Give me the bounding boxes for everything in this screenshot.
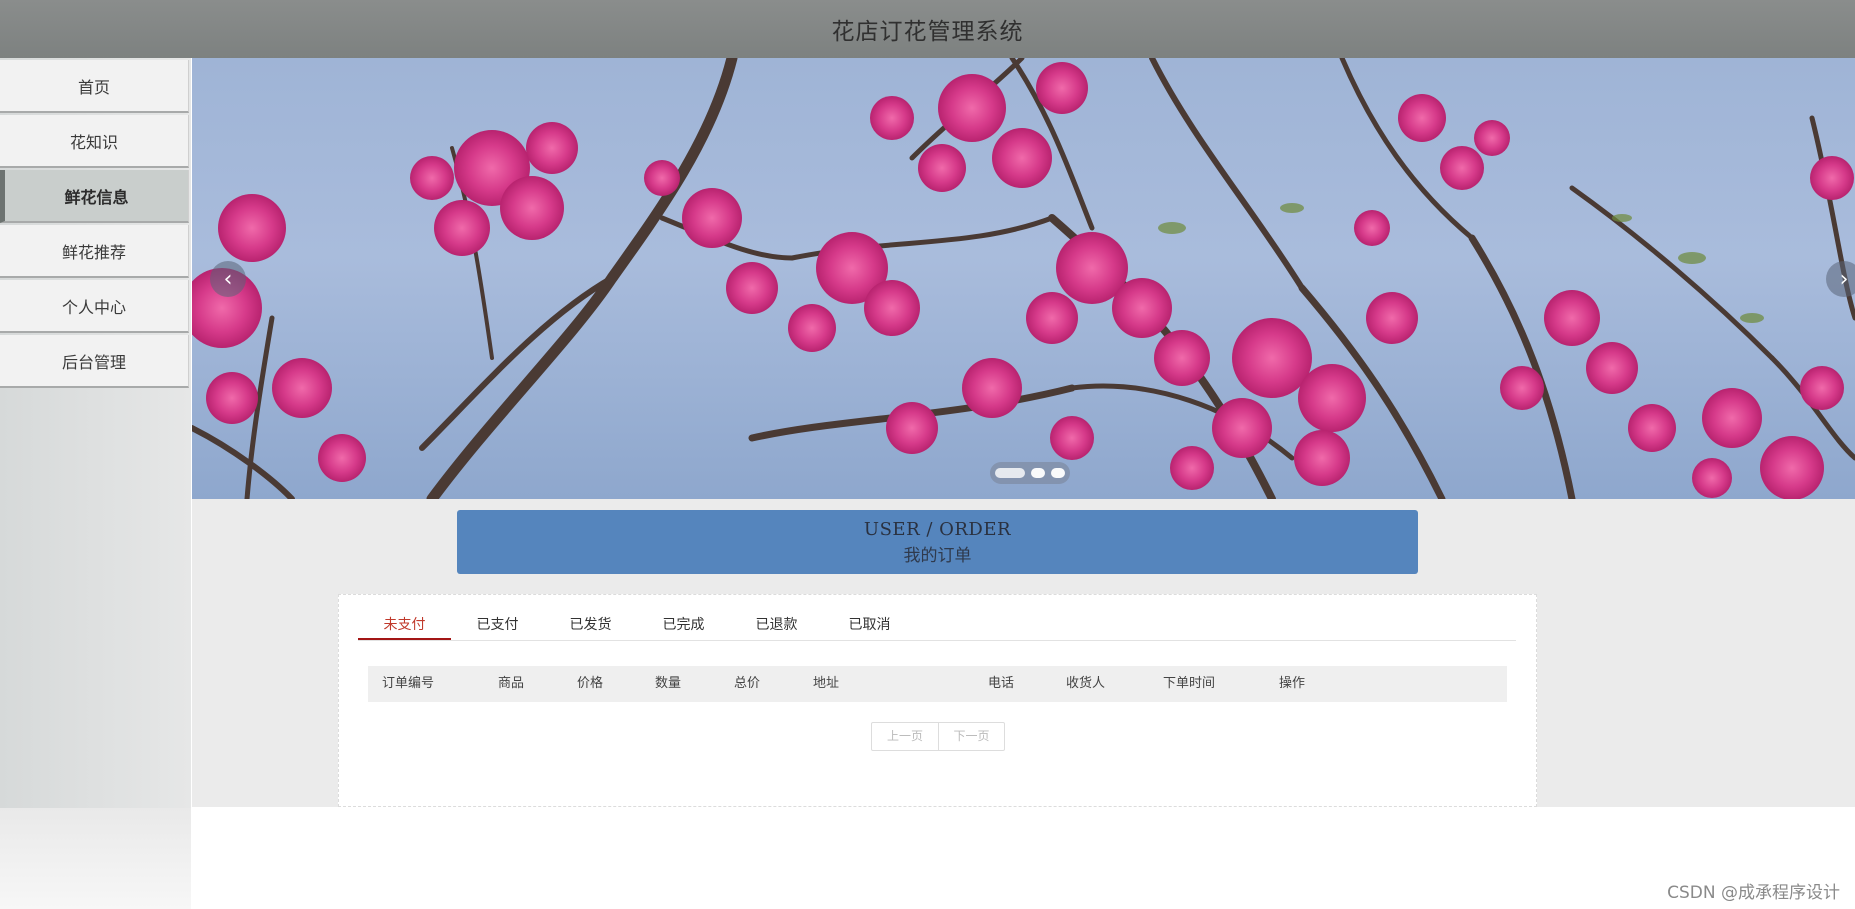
col-product: 商品 [498,676,525,691]
carousel-dot[interactable] [995,468,1025,478]
top-header: 花店订花管理系统 [0,0,1855,58]
sidebar: 首页 花知识 鲜花信息 鲜花推荐 个人中心 后台管理 [0,58,191,909]
cherry-blossom-image [192,58,1855,499]
sidebar-item-home[interactable]: 首页 [0,60,189,113]
sidebar-item-flower-info[interactable]: 鲜花信息 [0,170,189,223]
chevron-left-icon: ‹ [223,266,233,292]
order-title-en: USER / ORDER [863,518,1012,540]
order-title-cn: 我的订单 [903,545,972,566]
sidebar-item-personal-center[interactable]: 个人中心 [0,280,189,333]
next-page-button[interactable]: 下一页 [938,723,1004,750]
carousel-prev-button[interactable]: ‹ [210,261,246,297]
col-actions: 操作 [1279,676,1306,691]
tab-cancelled[interactable]: 已取消 [823,611,916,640]
orders-panel: 未支付 已支付 已发货 已完成 已退款 已取消 订单编号 商品 价格 数量 总价… [338,594,1537,807]
col-address: 地址 [813,676,840,691]
sidebar-fade [0,808,191,909]
tab-paid[interactable]: 已支付 [451,611,544,640]
carousel-indicators [990,462,1070,484]
sidebar-item-flower-knowledge[interactable]: 花知识 [0,115,189,168]
watermark: CSDN @成承程序设计 [1667,883,1840,903]
prev-page-button[interactable]: 上一页 [872,723,938,750]
orders-table-header: 订单编号 商品 价格 数量 总价 地址 电话 收货人 下单时间 操作 [368,666,1507,702]
col-total: 总价 [734,676,761,691]
carousel-dot[interactable] [1051,468,1065,478]
col-order-time: 下单时间 [1163,676,1216,691]
sidebar-item-flower-recommend[interactable]: 鲜花推荐 [0,225,189,278]
col-price: 价格 [577,676,604,691]
col-receiver: 收货人 [1066,676,1106,691]
col-quantity: 数量 [655,676,682,691]
sidebar-item-admin[interactable]: 后台管理 [0,335,189,388]
col-order-id: 订单编号 [382,676,435,691]
chevron-right-icon: › [1839,266,1849,292]
banner-carousel: ‹ › [192,58,1855,499]
pagination: 上一页 下一页 [871,722,1005,751]
order-title-bar: USER / ORDER 我的订单 [457,510,1418,574]
col-phone: 电话 [988,676,1015,691]
tab-unpaid[interactable]: 未支付 [358,611,451,640]
tab-refunded[interactable]: 已退款 [730,611,823,640]
order-status-tabs: 未支付 已支付 已发货 已完成 已退款 已取消 [358,611,1516,641]
carousel-dot[interactable] [1031,468,1045,478]
carousel-next-button[interactable]: › [1826,261,1855,297]
site-title: 花店订花管理系统 [831,19,1024,45]
tab-completed[interactable]: 已完成 [637,611,730,640]
tab-shipped[interactable]: 已发货 [544,611,637,640]
